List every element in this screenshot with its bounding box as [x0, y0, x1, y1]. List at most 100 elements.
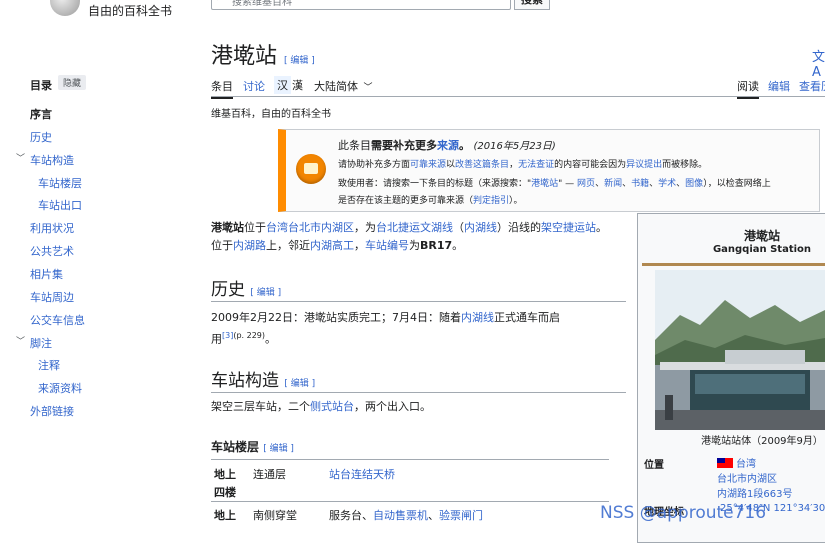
location-country-text[interactable]: 台湾	[736, 459, 756, 470]
toc-item-usage[interactable]: 利用状况	[30, 220, 74, 236]
side-platform-link[interactable]: 侧式站台	[310, 400, 354, 413]
elevated-link[interactable]: 架空	[541, 221, 563, 234]
toc-item-floors[interactable]: 车站楼层	[38, 175, 82, 191]
language-icon[interactable]: 文A	[812, 46, 825, 80]
chevron-down-icon[interactable]: ﹀	[16, 334, 25, 347]
search-images-link[interactable]: 图像	[685, 179, 703, 189]
neihu-road-link[interactable]: 内湖路	[233, 239, 266, 252]
toc-item-history[interactable]: 历史	[30, 129, 52, 145]
search-button[interactable]: 搜索	[514, 0, 550, 10]
toc-hide-button[interactable]: 隐藏	[58, 75, 87, 90]
toc-item-footnotes[interactable]: 脚注	[30, 335, 52, 351]
structure-text: 架空三层车站，二个侧式站台，两个出入口。	[211, 398, 431, 416]
infobox-divider	[642, 263, 825, 266]
floor-desc: 服务台、自动售票机、验票闸门	[329, 507, 483, 523]
location-country[interactable]: 台湾	[717, 455, 756, 470]
citation-link[interactable]: [3]	[222, 331, 233, 340]
lead-text: 上，邻近	[266, 239, 310, 252]
neihu-line-link[interactable]: 内湖线	[464, 221, 497, 234]
history-text: 。	[265, 332, 277, 346]
station-photo[interactable]	[655, 270, 825, 430]
lead-line-2: 位于内湖路上，邻近内湖高工，车站编号为BR17。	[211, 237, 463, 255]
metro-station-link[interactable]: 捷运站	[563, 221, 596, 234]
infobox-title: 港墘站	[743, 229, 780, 243]
verifiability-link[interactable]: 无法查证	[518, 160, 554, 170]
search-web-link[interactable]: 网页	[577, 179, 595, 189]
floors-edit-link[interactable]: [ 编辑 ]	[263, 444, 294, 454]
notice-text: ），以检查网络上	[703, 179, 771, 189]
wikipedia-logo[interactable]	[50, 0, 80, 16]
history-text: 正式通车而启	[494, 311, 560, 324]
search-news-link[interactable]: 新闻	[604, 179, 622, 189]
site-subtitle: 维基百科，自由的百科全书	[211, 109, 331, 120]
notice-text: 而被移除。	[662, 160, 708, 170]
table-border	[211, 459, 609, 460]
notice-text: 、	[676, 179, 686, 189]
toc-item-notes[interactable]: 注释	[38, 357, 60, 373]
location-address[interactable]: 内湖路1段663号	[717, 485, 792, 500]
notice-text: ）。	[509, 196, 523, 206]
lead-text: ，	[354, 239, 365, 252]
search-books-link[interactable]: 书籍	[631, 179, 649, 189]
history-edit-link[interactable]: [ 编辑 ]	[250, 288, 281, 298]
taipei-link[interactable]: 台北市	[288, 221, 321, 234]
lead-text: 。	[452, 239, 464, 252]
variant-hant[interactable]: 漢	[289, 76, 306, 94]
title-edit-link[interactable]: [ 编辑 ]	[284, 56, 315, 66]
notice-line-1: 此条目需要补充更多来源。 (2016年5月23日)	[338, 137, 556, 153]
floor-desc-link[interactable]: 站台连结天桥	[329, 466, 395, 482]
toc-item-gallery[interactable]: 相片集	[30, 266, 63, 282]
wenhu-line-link[interactable]: 台北捷运文湖线	[376, 221, 453, 234]
improve-article-link[interactable]: 改善这篇条目	[455, 160, 509, 170]
search-placeholder: 搜索维基百科	[232, 0, 292, 8]
tab-history[interactable]: 查看历	[799, 78, 825, 94]
floors-edit-text[interactable]: [ 编辑 ]	[263, 444, 294, 454]
taiwan-flag-icon	[717, 458, 733, 468]
toc-item-public-art[interactable]: 公共艺术	[30, 243, 74, 259]
lead-text: ，为	[354, 221, 376, 234]
structure-edit-link[interactable]: [ 编辑 ]	[284, 379, 315, 389]
challenge-link[interactable]: 异议提出	[626, 160, 662, 170]
page-ref: (p. 229)	[233, 331, 266, 340]
toc-item-bus-info[interactable]: 公交车信息	[30, 312, 85, 328]
lead-text: 。	[596, 221, 607, 234]
search-input[interactable]: ⌕ 搜索维基百科	[211, 0, 511, 10]
search-icon: ⌕	[217, 0, 223, 3]
fare-gate-link[interactable]: 验票闸门	[439, 509, 483, 522]
notice-line-3: 致使用者：请搜索一下条目的标题（来源搜索："港墘站" — 网页、新闻、书籍、学术…	[338, 176, 771, 189]
toc-item-surroundings[interactable]: 车站周边	[30, 289, 74, 305]
history-edit-text[interactable]: [ 编辑 ]	[250, 288, 281, 298]
neihu-vocational-link[interactable]: 内湖高工	[310, 239, 354, 252]
toc-item-external-links[interactable]: 外部链接	[30, 403, 74, 419]
neihu-line-link[interactable]: 内湖线	[461, 311, 494, 324]
variant-dropdown[interactable]: 大陆简体 ﹀	[314, 78, 373, 94]
notice-text: 致使用者：请搜索一下条目的标题（来源搜索："	[338, 179, 532, 189]
station-number-link[interactable]: 车站编号	[365, 239, 409, 252]
notice-text: 、	[595, 179, 605, 189]
floor-name: 南侧穿堂	[253, 509, 297, 522]
sources-link[interactable]: 来源	[437, 139, 459, 152]
chevron-down-icon[interactable]: ﹀	[16, 151, 25, 164]
toc-item-exits[interactable]: 车站出口	[38, 197, 82, 213]
toc-item-structure[interactable]: 车站构造	[30, 152, 74, 168]
toc-item-sources[interactable]: 来源资料	[38, 380, 82, 396]
search-title-link[interactable]: 港墘站	[531, 179, 558, 189]
structure-divider	[211, 392, 626, 393]
tab-talk[interactable]: 讨论	[243, 78, 265, 94]
toc-item-intro[interactable]: 序言	[30, 106, 52, 122]
neihu-link[interactable]: 内湖区	[321, 221, 354, 234]
history-text: 2009年2月22日：港墘站实质完工；7月4日：随着	[211, 311, 461, 324]
notice-line-2: 请协助补充多方面可靠来源以改善这篇条目，无法查证的内容可能会因为异议提出而被移除…	[338, 157, 707, 170]
history-divider	[211, 301, 626, 302]
reliable-sources-link[interactable]: 可靠来源	[410, 160, 446, 170]
ticket-machine-link[interactable]: 自动售票机	[373, 509, 428, 522]
structure-edit-text[interactable]: [ 编辑 ]	[284, 379, 315, 389]
tab-edit[interactable]: 编辑	[768, 78, 790, 94]
structure-heading: 车站构造 [ 编辑 ]	[211, 366, 315, 391]
search-scholar-link[interactable]: 学术	[658, 179, 676, 189]
variant-label: 大陆简体	[314, 80, 358, 93]
location-district[interactable]: 台北市内湖区	[717, 470, 777, 485]
taiwan-link[interactable]: 台湾	[266, 221, 288, 234]
page-title-text: 港墘站	[211, 44, 278, 69]
guideline-link[interactable]: 判定指引	[473, 196, 509, 206]
